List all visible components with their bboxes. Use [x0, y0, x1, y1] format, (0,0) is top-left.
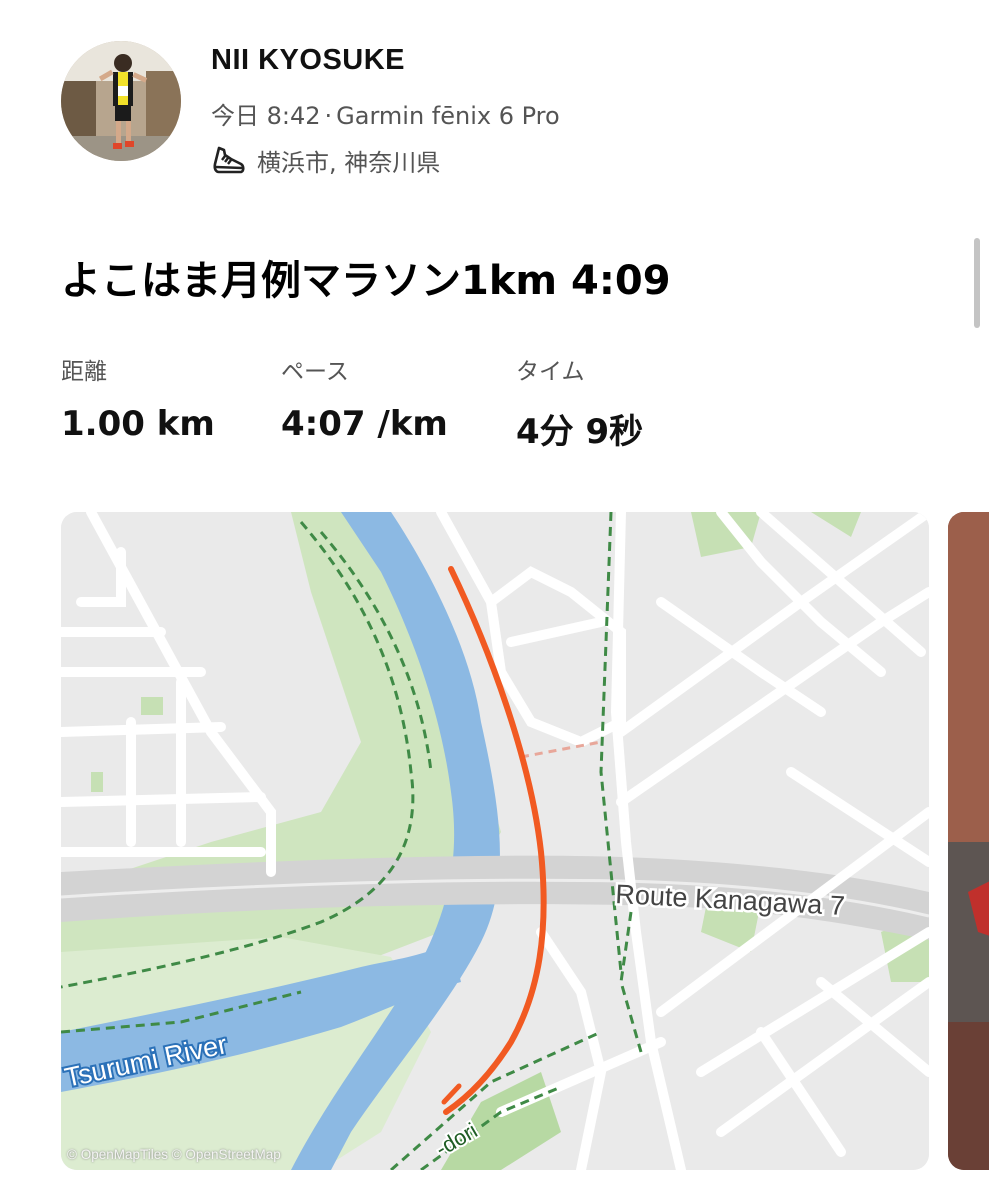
- athlete-avatar[interactable]: [61, 41, 181, 161]
- activity-title[interactable]: よこはま月例マラソン1km 4:09: [61, 248, 671, 306]
- next-media-card[interactable]: [948, 512, 989, 1170]
- meta-separator: ·: [324, 102, 333, 130]
- park-patch: [91, 772, 103, 792]
- device-name: Garmin fēnix 6 Pro: [336, 102, 560, 130]
- distance-label: 距離: [61, 359, 107, 385]
- distance-value: 1.00 km: [61, 404, 215, 444]
- location-text: 横浜市, 神奈川県: [257, 148, 441, 177]
- activity-time: 今日 8:42: [211, 102, 321, 130]
- map-canvas: Route Kanagawa 7 Tsurumi River -dori: [61, 512, 929, 1170]
- activity-location: 横浜市, 神奈川県: [211, 142, 440, 178]
- route-map[interactable]: Route Kanagawa 7 Tsurumi River -dori © O…: [61, 512, 929, 1170]
- running-shoe-icon: [213, 146, 245, 174]
- pace-value: 4:07 /km: [281, 404, 448, 444]
- athlete-name[interactable]: NII KYOSUKE: [211, 44, 405, 77]
- time-label: タイム: [516, 359, 585, 385]
- time-value: 4分 9秒: [516, 412, 644, 452]
- park-patch: [141, 697, 163, 715]
- stat-time: タイム 4分 9秒: [516, 352, 643, 453]
- pace-label: ペース: [281, 359, 349, 385]
- map-attribution[interactable]: © OpenMapTiles © OpenStreetMap: [67, 1147, 281, 1162]
- scrollbar[interactable]: [974, 238, 980, 328]
- activity-meta: 今日 8:42 · Garmin fēnix 6 Pro: [211, 96, 560, 131]
- stat-pace: ペース 4:07 /km: [281, 352, 448, 444]
- stat-distance: 距離 1.00 km: [61, 352, 215, 444]
- avatar-photo: [61, 41, 181, 161]
- photo-preview: [948, 512, 989, 1170]
